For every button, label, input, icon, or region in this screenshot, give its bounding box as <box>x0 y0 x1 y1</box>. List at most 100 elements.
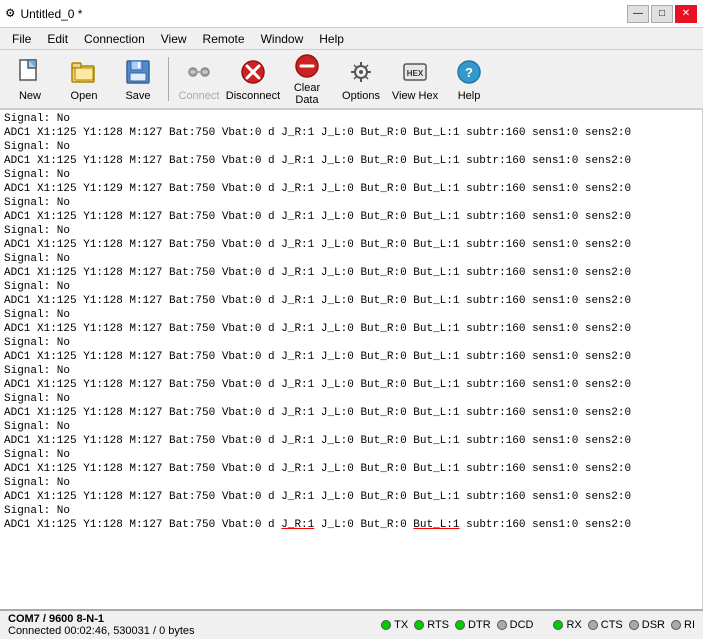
options-button[interactable]: Options <box>335 52 387 106</box>
cts-label: CTS <box>601 619 623 631</box>
dtr-led <box>455 620 465 630</box>
log-line: ADC1 X1:125 Y1:128 M:127 Bat:750 Vbat:0 … <box>4 126 698 140</box>
dtr-label: DTR <box>468 619 491 631</box>
toolbar-sep-1 <box>168 57 169 101</box>
menu-file[interactable]: File <box>4 31 39 47</box>
connection-info: Connected 00:02:46, 530031 / 0 bytes <box>8 625 381 637</box>
save-button[interactable]: Save <box>112 52 164 106</box>
log-line: ADC1 X1:125 Y1:128 M:127 Bat:750 Vbat:0 … <box>4 294 698 308</box>
open-label: Open <box>71 90 98 102</box>
log-line-last-adc: ADC1 X1:125 Y1:128 M:127 Bat:750 Vbat:0 … <box>4 518 698 532</box>
menu-bar: File Edit Connection View Remote Window … <box>0 28 703 50</box>
log-line: Signal: No <box>4 392 698 406</box>
app-icon: ⚙ <box>6 5 14 22</box>
menu-view[interactable]: View <box>153 31 195 47</box>
disconnect-label: Disconnect <box>226 90 280 102</box>
log-line: ADC1 X1:125 Y1:128 M:127 Bat:750 Vbat:0 … <box>4 154 698 168</box>
log-line: Signal: No <box>4 420 698 434</box>
view-hex-button[interactable]: HEX View Hex <box>389 52 441 106</box>
log-line: ADC1 X1:125 Y1:128 M:127 Bat:750 Vbat:0 … <box>4 322 698 336</box>
log-line: Signal: No <box>4 280 698 294</box>
log-area[interactable]: Signal: NoADC1 X1:125 Y1:128 M:127 Bat:7… <box>0 110 703 609</box>
toolbar: New Open Save <box>0 50 703 110</box>
log-line: Signal: No <box>4 168 698 182</box>
svg-text:?: ? <box>465 65 473 80</box>
port-info: COM7 / 9600 8-N-1 <box>8 613 381 625</box>
log-line: ADC1 X1:125 Y1:128 M:127 Bat:750 Vbat:0 … <box>4 266 698 280</box>
log-line: Signal: No <box>4 196 698 210</box>
log-line: Signal: No <box>4 308 698 322</box>
dsr-led <box>629 620 639 630</box>
log-line: Signal: No <box>4 252 698 266</box>
log-line: Signal: No <box>4 336 698 350</box>
log-line: ADC1 X1:125 Y1:128 M:127 Bat:750 Vbat:0 … <box>4 238 698 252</box>
connect-icon <box>183 56 215 88</box>
window-title: Untitled_0 * <box>20 7 82 21</box>
log-line: Signal: No <box>4 112 698 126</box>
menu-remote[interactable]: Remote <box>195 31 253 47</box>
status-left: COM7 / 9600 8-N-1 Connected 00:02:46, 53… <box>8 613 381 637</box>
options-icon <box>345 56 377 88</box>
options-label: Options <box>342 90 380 102</box>
log-line: ADC1 X1:125 Y1:128 M:127 Bat:750 Vbat:0 … <box>4 350 698 364</box>
menu-connection[interactable]: Connection <box>76 31 153 47</box>
disconnect-icon <box>237 56 269 88</box>
dcd-led <box>497 620 507 630</box>
new-icon <box>14 56 46 88</box>
dsr-label: DSR <box>642 619 665 631</box>
log-line: ADC1 X1:125 Y1:128 M:127 Bat:750 Vbat:0 … <box>4 406 698 420</box>
ri-led <box>671 620 681 630</box>
help-label: Help <box>458 90 481 102</box>
tx-label: TX <box>394 619 408 631</box>
save-label: Save <box>125 90 150 102</box>
menu-help[interactable]: Help <box>311 31 352 47</box>
minimize-button[interactable]: — <box>627 5 649 23</box>
open-button[interactable]: Open <box>58 52 110 106</box>
log-line: Signal: No <box>4 476 698 490</box>
log-line: ADC1 X1:125 Y1:128 M:127 Bat:750 Vbat:0 … <box>4 434 698 448</box>
log-line: ADC1 X1:125 Y1:129 M:127 Bat:750 Vbat:0 … <box>4 182 698 196</box>
connect-label: Connect <box>179 90 220 102</box>
log-line: Signal: No <box>4 140 698 154</box>
help-icon: ? <box>453 56 485 88</box>
tx-indicator: TX <box>381 619 408 631</box>
disconnect-button[interactable]: Disconnect <box>227 52 279 106</box>
log-line: ADC1 X1:125 Y1:128 M:127 Bat:750 Vbat:0 … <box>4 210 698 224</box>
rts-indicator: RTS <box>414 619 449 631</box>
content-area: Signal: NoADC1 X1:125 Y1:128 M:127 Bat:7… <box>0 110 703 609</box>
new-label: New <box>19 90 41 102</box>
svg-text:HEX: HEX <box>407 69 424 78</box>
clear-data-button[interactable]: Clear Data <box>281 52 333 106</box>
connect-button[interactable]: Connect <box>173 52 225 106</box>
view-hex-label: View Hex <box>392 90 438 102</box>
log-line: ADC1 X1:125 Y1:128 M:127 Bat:750 Vbat:0 … <box>4 378 698 392</box>
log-line: Signal: No <box>4 224 698 238</box>
log-line-last-signal: Signal: No <box>4 504 698 518</box>
title-bar: ⚙ Untitled_0 * — □ ✕ <box>0 0 703 28</box>
rx-led <box>553 620 563 630</box>
dcd-label: DCD <box>510 619 534 631</box>
maximize-button[interactable]: □ <box>651 5 673 23</box>
help-button[interactable]: ? Help <box>443 52 495 106</box>
dtr-indicator: DTR <box>455 619 491 631</box>
ri-indicator: RI <box>671 619 695 631</box>
close-button[interactable]: ✕ <box>675 5 697 23</box>
clear-data-label: Clear Data <box>282 82 332 106</box>
dcd-indicator: DCD <box>497 619 534 631</box>
save-icon <box>122 56 154 88</box>
view-hex-icon: HEX <box>399 56 431 88</box>
log-line: Signal: No <box>4 364 698 378</box>
menu-window[interactable]: Window <box>253 31 312 47</box>
status-indicators: TX RTS DTR DCD RX CTS DSR RI <box>381 619 695 631</box>
status-bar: COM7 / 9600 8-N-1 Connected 00:02:46, 53… <box>0 609 703 639</box>
cts-led <box>588 620 598 630</box>
rx-label: RX <box>566 619 581 631</box>
menu-edit[interactable]: Edit <box>39 31 76 47</box>
tx-led <box>381 620 391 630</box>
log-line: ADC1 X1:125 Y1:128 M:127 Bat:750 Vbat:0 … <box>4 462 698 476</box>
dsr-indicator: DSR <box>629 619 665 631</box>
ri-label: RI <box>684 619 695 631</box>
new-button[interactable]: New <box>4 52 56 106</box>
log-line: ADC1 X1:125 Y1:128 M:127 Bat:750 Vbat:0 … <box>4 490 698 504</box>
rts-label: RTS <box>427 619 449 631</box>
